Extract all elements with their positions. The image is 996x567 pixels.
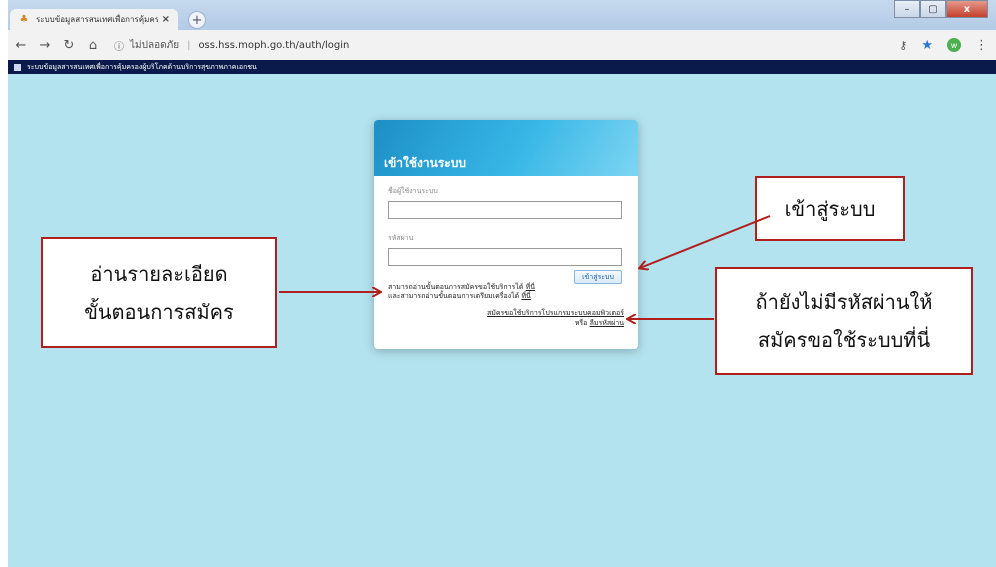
arrow-to-login-button <box>640 215 771 268</box>
annotation-arrows <box>279 215 771 567</box>
